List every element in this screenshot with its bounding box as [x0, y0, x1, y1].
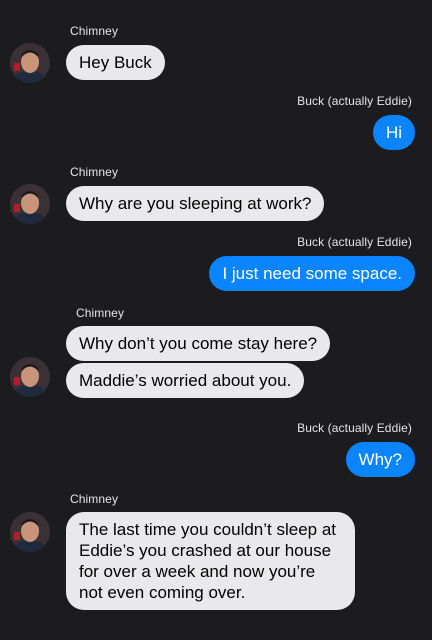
sender-name: Chimney — [70, 492, 119, 506]
avatar-icon — [10, 512, 50, 552]
sender-name: Chimney — [70, 165, 119, 179]
avatar[interactable] — [10, 357, 50, 397]
message-bubble-incoming[interactable]: Why don’t you come stay here? — [66, 326, 331, 361]
message-bubble-incoming[interactable]: Maddie’s worried about you. — [66, 363, 305, 398]
sender-name: Buck (actually Eddie) — [297, 421, 412, 435]
message-bubble-outgoing[interactable]: Hi — [372, 115, 415, 150]
sender-name: Buck (actually Eddie) — [297, 235, 412, 249]
message-bubble-incoming[interactable]: The last time you couldn’t sleep at Eddi… — [66, 512, 355, 610]
avatar-icon — [10, 184, 50, 224]
avatar[interactable] — [10, 43, 50, 83]
message-bubble-incoming[interactable]: Why are you sleeping at work? — [66, 186, 325, 221]
sender-name: Chimney — [70, 24, 119, 38]
message-bubble-incoming[interactable]: Hey Buck — [66, 45, 165, 80]
avatar[interactable] — [10, 184, 50, 224]
sender-name: Chimney — [76, 306, 125, 320]
message-bubble-outgoing[interactable]: Why? — [345, 442, 415, 477]
avatar-icon — [10, 43, 50, 83]
avatar[interactable] — [10, 512, 50, 552]
avatar-icon — [10, 357, 50, 397]
message-bubble-outgoing[interactable]: I just need some space. — [209, 256, 415, 291]
sender-name: Buck (actually Eddie) — [297, 94, 412, 108]
